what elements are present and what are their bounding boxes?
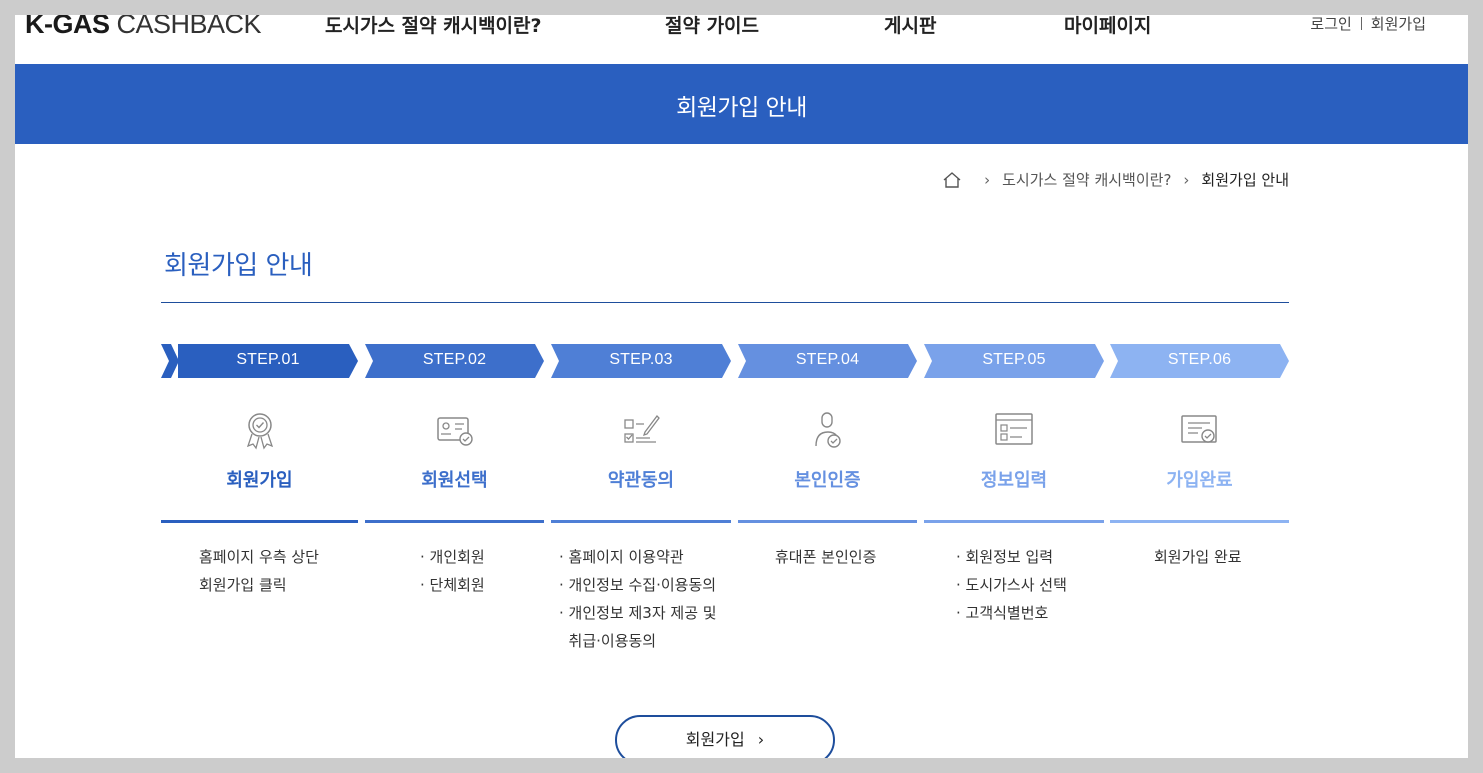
step-column-2: 회원선택 · 개인회원 · 단체회원 <box>365 410 544 680</box>
logo[interactable]: K-GAS CASHBACK <box>25 15 262 40</box>
step-desc-line: · 회원정보 입력 <box>956 548 1054 566</box>
signup-link[interactable]: 회원가입 <box>1371 15 1426 33</box>
section-divider <box>161 302 1289 303</box>
step-column-3: 약관동의 · 홈페이지 이용약관 · 개인정보 수집·이용동의 · 개인정보 제3자 … <box>551 410 731 680</box>
util-divider <box>1360 17 1362 30</box>
step-description: · 회원정보 입력 · 도시가스사 선택 · 고객식별번호 <box>956 543 1067 627</box>
step-underline <box>924 520 1104 523</box>
form-window-icon <box>995 413 1033 445</box>
step-desc-line: · 개인회원 <box>420 548 485 566</box>
step-desc-line: 취급·이용동의 <box>559 632 657 650</box>
step-description: · 개인회원 · 단체회원 <box>420 543 485 599</box>
util-menu: 로그인 회원가입 <box>1310 15 1426 34</box>
step-title: 회원가입 <box>226 470 293 491</box>
step-desc-line: 휴대폰 본인인증 <box>775 548 877 566</box>
breadcrumb-separator-icon: › <box>984 170 991 189</box>
logo-bold: K-GAS <box>25 15 110 39</box>
page-banner: 회원가입 안내 <box>15 64 1468 144</box>
step-column-1: 회원가입홈페이지 우측 상단회원가입 클릭 <box>161 410 358 680</box>
step-underline <box>161 520 358 523</box>
logo-light: CASHBACK <box>116 15 262 39</box>
chevron-right-icon: › <box>757 730 765 749</box>
step-description: 휴대폰 본인인증 <box>775 543 876 571</box>
step-description: 홈페이지 우측 상단회원가입 클릭 <box>199 543 319 599</box>
step-underline <box>1110 520 1289 523</box>
nav-item-saving-guide[interactable]: 절약 가이드 <box>665 15 759 38</box>
step-desc-line: · 도시가스사 선택 <box>956 576 1067 594</box>
step-desc-line: 회원가입 클릭 <box>199 576 287 594</box>
home-icon[interactable] <box>942 171 962 189</box>
step-column-6: 가입완료회원가입 완료 <box>1110 410 1289 680</box>
nav-item-mypage[interactable]: 마이페이지 <box>1064 15 1151 38</box>
login-link[interactable]: 로그인 <box>1310 15 1351 33</box>
step-desc-line: · 고객식별번호 <box>956 604 1049 622</box>
section-title: 회원가입 안내 <box>164 251 313 281</box>
member-card-icon <box>437 417 473 446</box>
step-desc-line: · 단체회원 <box>420 576 485 594</box>
step-number: STEP.06 <box>1167 351 1232 368</box>
step-arrow-6: STEP.06 <box>1110 344 1289 378</box>
step-title: 약관동의 <box>607 470 675 491</box>
join-button-label: 회원가입 <box>685 730 745 749</box>
banner-title: 회원가입 안내 <box>676 95 807 121</box>
breadcrumb-current: 회원가입 안내 <box>1201 171 1289 189</box>
step-desc-line: · 홈페이지 이용약관 <box>559 548 684 566</box>
step-title: 정보입력 <box>980 470 1048 491</box>
user-verify-icon <box>815 412 841 448</box>
step-number: STEP.02 <box>422 351 487 368</box>
step-underline <box>738 520 917 523</box>
step-desc-line: · 개인정보 수집·이용동의 <box>559 576 717 594</box>
step-description: 회원가입 완료 <box>1154 543 1242 571</box>
award-badge-icon <box>246 413 274 450</box>
nav-item-cashback-intro[interactable]: 도시가스 절약 캐시백이란? <box>325 15 542 38</box>
step-description: · 홈페이지 이용약관 · 개인정보 수집·이용동의 · 개인정보 제3자 제공 및… <box>559 543 717 655</box>
certificate-icon <box>1181 415 1217 443</box>
step-arrow-2: STEP.02 <box>365 344 544 378</box>
step-number: STEP.05 <box>982 351 1046 368</box>
step-column-5: 정보입력 · 회원정보 입력 · 도시가스사 선택 · 고객식별번호 <box>924 410 1104 680</box>
breadcrumb-item-cashback-intro[interactable]: 도시가스 절약 캐시백이란? <box>1002 169 1171 190</box>
breadcrumb: › 도시가스 절약 캐시백이란? › 회원가입 안내 <box>942 169 1289 190</box>
page: K-GAS CASHBACK 도시가스 절약 캐시백이란? 절약 가이드 게시판… <box>15 15 1468 758</box>
step-number: STEP.04 <box>795 351 860 368</box>
checklist-pen-icon <box>624 415 660 443</box>
nav-item-board[interactable]: 게시판 <box>884 15 936 38</box>
header: K-GAS CASHBACK 도시가스 절약 캐시백이란? 절약 가이드 게시판… <box>15 15 1468 64</box>
step-arrow-5: STEP.05 <box>924 344 1104 378</box>
step-desc-line: 회원가입 완료 <box>1154 548 1242 566</box>
join-button[interactable]: 회원가입 › <box>615 715 835 758</box>
step-title: 가입완료 <box>1166 470 1233 491</box>
step-title: 본인인증 <box>794 470 861 491</box>
breadcrumb-separator-icon: › <box>1183 170 1190 189</box>
step-number: STEP.01 <box>236 351 300 368</box>
step-desc-line: · 개인정보 제3자 제공 및 <box>559 604 717 622</box>
step-arrow-4: STEP.04 <box>738 344 917 378</box>
step-arrow-3: STEP.03 <box>551 344 731 378</box>
step-underline <box>551 520 731 523</box>
step-desc-line: 홈페이지 우측 상단 <box>199 548 319 566</box>
step-arrow-1: STEP.01 <box>178 344 358 378</box>
step-number: STEP.03 <box>609 351 673 368</box>
step-column-4: 본인인증휴대폰 본인인증 <box>738 410 917 680</box>
step-underline <box>365 520 544 523</box>
step-title: 회원선택 <box>421 470 488 491</box>
